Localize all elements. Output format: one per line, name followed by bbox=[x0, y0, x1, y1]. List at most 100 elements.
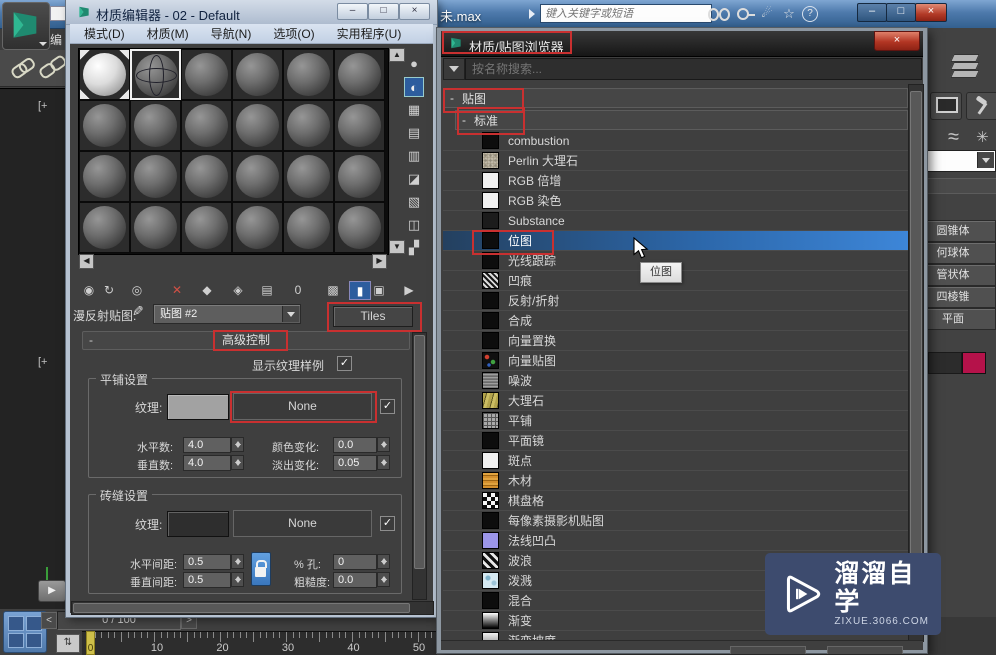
timeline-ruler[interactable]: 10 20 30 40 50 bbox=[82, 631, 437, 655]
map-list-item[interactable]: 合成 bbox=[443, 311, 908, 331]
sample-slot[interactable] bbox=[232, 202, 283, 253]
sample-slot[interactable] bbox=[283, 49, 334, 100]
sample-slot[interactable] bbox=[181, 100, 232, 151]
browser-close-button[interactable]: × bbox=[874, 31, 920, 51]
horiz-count-field[interactable]: 4.0 bbox=[183, 437, 231, 453]
map-list-item[interactable]: Substance bbox=[443, 211, 908, 231]
main-maximize-button[interactable]: □ bbox=[886, 3, 916, 22]
sample-slot[interactable] bbox=[232, 49, 283, 100]
roughness-field[interactable]: 0.0 bbox=[333, 572, 377, 588]
current-frame-marker[interactable]: 0 bbox=[86, 631, 95, 655]
sample-slot[interactable] bbox=[232, 151, 283, 202]
sample-slot[interactable] bbox=[79, 100, 130, 151]
primitive-category-dropdown[interactable] bbox=[927, 150, 996, 172]
slots-scroll-left-button[interactable]: ◀ bbox=[79, 254, 94, 269]
spinner-control[interactable] bbox=[377, 572, 390, 587]
lock-gap-button[interactable] bbox=[251, 552, 271, 586]
map-list-item[interactable]: 噪波 bbox=[443, 371, 908, 391]
slots-scroll-down-button[interactable]: ▼ bbox=[389, 240, 405, 254]
help-icon[interactable]: ? bbox=[802, 6, 818, 22]
search-binoculars-icon[interactable] bbox=[708, 5, 730, 22]
cancel-button-partial[interactable] bbox=[827, 646, 903, 654]
scrollbar-thumb[interactable] bbox=[73, 603, 410, 613]
sample-slot[interactable] bbox=[79, 151, 130, 202]
sample-slot[interactable] bbox=[181, 202, 232, 253]
map-slot-dropdown[interactable]: 贴图 #2 bbox=[153, 304, 301, 324]
params-scrollbar[interactable] bbox=[412, 332, 427, 600]
sample-slot[interactable] bbox=[283, 202, 334, 253]
layers-icon[interactable] bbox=[950, 52, 980, 80]
global-search-input[interactable] bbox=[540, 4, 712, 23]
sample-slot[interactable] bbox=[283, 151, 334, 202]
previous-frame-button[interactable]: < bbox=[41, 612, 57, 629]
browser-search-input[interactable] bbox=[465, 58, 922, 80]
viewport-label[interactable]: [+ bbox=[38, 356, 47, 368]
map-list-item[interactable]: 木材 bbox=[443, 471, 908, 491]
main-minimize-button[interactable]: – bbox=[857, 3, 887, 22]
map-list-item[interactable]: 法线凹凸 bbox=[443, 531, 908, 551]
spinner-control[interactable] bbox=[377, 455, 390, 470]
new-document-icon[interactable] bbox=[50, 6, 66, 21]
me-close-button[interactable]: × bbox=[399, 3, 430, 20]
menu-item[interactable]: 材质(M) bbox=[147, 25, 189, 42]
map-list-item[interactable]: 向量贴图 bbox=[443, 351, 908, 371]
spinner-control[interactable] bbox=[231, 455, 244, 470]
menu-item[interactable]: 选项(O) bbox=[273, 25, 314, 42]
map-list-item[interactable]: Perlin 大理石 bbox=[443, 151, 908, 171]
viewport-label[interactable]: [+ bbox=[38, 100, 47, 112]
vert-count-field[interactable]: 4.0 bbox=[183, 455, 231, 471]
favorites-star-icon[interactable]: ☆ bbox=[778, 5, 800, 22]
main-close-button[interactable]: × bbox=[915, 3, 947, 22]
me-bottom-scrollbar[interactable] bbox=[71, 601, 434, 615]
sample-slots[interactable] bbox=[78, 48, 389, 255]
tiling-texture-checkbox[interactable]: ✓ bbox=[380, 399, 395, 414]
spinner-control[interactable] bbox=[231, 572, 244, 587]
sample-slot[interactable] bbox=[130, 49, 181, 100]
map-list-item[interactable]: 每像素摄影机贴图 bbox=[443, 511, 908, 531]
expand-arrow-button[interactable]: ▶ bbox=[38, 580, 66, 602]
systems-icon[interactable]: ✳ bbox=[976, 128, 989, 146]
sample-slot[interactable] bbox=[130, 151, 181, 202]
holes-field[interactable]: 0 bbox=[333, 554, 377, 570]
ok-button-partial[interactable] bbox=[730, 646, 806, 654]
fade-variance-field[interactable]: 0.05 bbox=[333, 455, 377, 471]
utilities-tab-icon[interactable] bbox=[966, 92, 996, 120]
map-list-item[interactable]: 反射/折射 bbox=[443, 291, 908, 311]
toolbar-flyout-arrow[interactable] bbox=[529, 9, 535, 19]
sample-slot[interactable] bbox=[130, 100, 181, 151]
scrollbar-thumb[interactable] bbox=[910, 91, 922, 573]
map-list-item[interactable]: RGB 染色 bbox=[443, 191, 908, 211]
menu-item[interactable]: 导航(N) bbox=[211, 25, 252, 42]
menu-item[interactable]: 模式(D) bbox=[84, 25, 125, 42]
map-list-item[interactable]: 平铺 bbox=[443, 411, 908, 431]
eyedropper-icon[interactable]: ✎ bbox=[132, 303, 144, 320]
search-options-caret[interactable] bbox=[443, 58, 465, 80]
display-tab-icon[interactable] bbox=[930, 92, 962, 120]
grout-texture-swatch[interactable] bbox=[167, 511, 229, 537]
sample-slot[interactable] bbox=[232, 100, 283, 151]
sample-slot[interactable] bbox=[181, 151, 232, 202]
menu-item[interactable]: 实用程序(U) bbox=[337, 25, 402, 42]
sample-slot[interactable] bbox=[79, 202, 130, 253]
map-list-item[interactable]: 大理石 bbox=[443, 391, 908, 411]
sample-slot[interactable] bbox=[181, 49, 232, 100]
viewport-left-partial[interactable] bbox=[0, 88, 66, 610]
vert-gap-field[interactable]: 0.5 bbox=[183, 572, 231, 588]
slots-scroll-right-button[interactable]: ▶ bbox=[372, 254, 387, 269]
trackbar-toggle-icon[interactable]: ⇅ bbox=[56, 634, 80, 653]
slots-scroll-up-button[interactable]: ▲ bbox=[389, 48, 405, 62]
application-menu-button[interactable] bbox=[2, 2, 50, 50]
object-name-field[interactable] bbox=[928, 352, 962, 374]
grout-none-button[interactable]: None bbox=[233, 510, 372, 537]
sample-slot[interactable] bbox=[334, 100, 385, 151]
spinner-control[interactable] bbox=[377, 554, 390, 569]
sample-slot[interactable] bbox=[334, 151, 385, 202]
spinner-control[interactable] bbox=[231, 437, 244, 452]
sample-slot[interactable] bbox=[130, 202, 181, 253]
object-color-swatch[interactable] bbox=[962, 352, 986, 374]
space-warps-icon[interactable]: ≈ bbox=[948, 126, 959, 149]
sample-slot[interactable] bbox=[79, 49, 130, 100]
me-minimize-button[interactable]: – bbox=[337, 3, 368, 20]
sample-slot[interactable] bbox=[334, 49, 385, 100]
map-list-item[interactable]: RGB 倍增 bbox=[443, 171, 908, 191]
